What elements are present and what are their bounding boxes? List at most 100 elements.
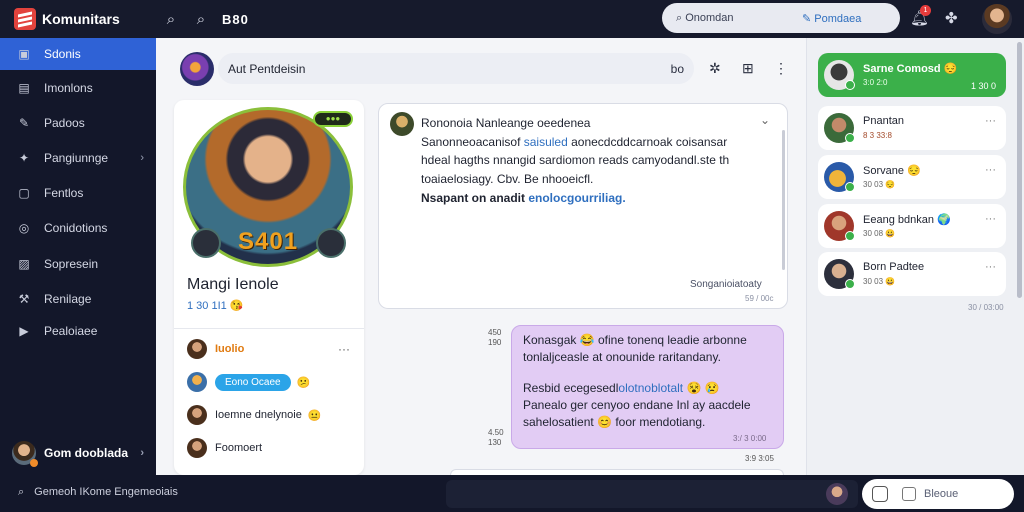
message-meta: 450 [488,328,502,337]
chat-name: Born Padtee [863,261,925,273]
sidebar-item-label: Conidotions [44,221,108,235]
search-icon-secondary[interactable]: ⌕ [186,11,216,28]
app-name: Komunitars [42,11,120,27]
sidebar-item-4[interactable]: ▢ Fentlos [0,177,156,209]
chat-name: Pnantan [863,115,904,127]
tools-icon: ⚒ [18,292,30,306]
friend-name-pill: Eono Ocaee [215,373,291,391]
chat-avatar [824,60,855,90]
more-horizontal-icon[interactable]: ··· [985,164,996,176]
message-meta: 4.50 [488,428,504,437]
message-line: Konasgak 😂 ofine tonenq leadie arbonne [523,333,747,347]
chat-name: Eeang bdnkan 🌍 [863,214,951,226]
compose-label: Bleoue [924,488,959,500]
sidebar-item-0[interactable]: ▣ Sdonis [0,38,156,70]
sidebar-item-8[interactable]: ▶ Pealoiaee [0,315,156,347]
search-icon[interactable]: ⌕ [156,11,186,28]
chat-avatar [824,113,855,143]
friend-avatar [187,438,207,458]
profile-name: Mangi Ienole [187,276,279,293]
message-link[interactable]: saisuled [524,135,568,149]
room-action-button[interactable]: bo [671,62,684,76]
image-icon: ▤ [18,81,30,95]
chat-subtitle: 30 08 😀 [863,229,896,238]
more-horizontal-icon[interactable]: ··· [985,261,996,273]
chat-list-item[interactable]: Sarne Comosd 😔 3:0 2:0 1 30 0 [818,53,1006,97]
message-timestamp: 3:/ 3 0:00 [733,434,767,443]
profile-score: S401 [238,228,299,255]
chat-avatar [824,211,855,241]
message-meta: 130 [488,438,502,447]
friend-emoji: 😐 [307,409,322,422]
friend-item[interactable]: Iuolio [187,338,244,360]
extensions-icon[interactable]: ✤ [945,9,958,27]
more-horizontal-icon[interactable]: ··· [338,342,350,356]
chat-list-item[interactable]: Born Padtee 30 03 😀 ··· [818,252,1006,296]
message-line: Sanonneoacanisof saisuled aonecdcddcarno… [421,135,728,149]
inbox-icon: ▣ [18,47,30,61]
message-scrollbar[interactable] [782,130,785,270]
friend-item[interactable]: Foomoert [187,437,262,459]
portrait-left-button[interactable] [191,228,221,258]
message-sender-avatar[interactable] [390,112,414,136]
message-meta: 190 [488,338,502,347]
sidebar-item-5[interactable]: ◎ Conidotions [0,212,156,244]
friend-name: Foomoert [215,442,263,454]
chat-list-scrollbar[interactable] [1017,42,1022,298]
search-right-label[interactable]: ✎ Pomdaea [802,12,892,25]
app-logo[interactable]: Komunitars [0,8,156,30]
chat-subtitle: 3:0 2:0 [863,78,888,87]
chat-name: Sorvane 😔 [863,165,921,177]
sidebar-user[interactable]: Gom dooblada › [0,433,156,473]
chevron-right-icon: › [140,447,144,459]
message-timestamp: 59 / 00c [745,294,774,303]
sidebar-item-label: Padoos [44,116,85,130]
settings-icon[interactable]: ✲ [709,60,721,77]
sidebar-item-7[interactable]: ⚒ Renilage [0,283,156,315]
room-avatar[interactable] [180,52,214,86]
sidebar-item-1[interactable]: ▤ Imonlons [0,72,156,104]
compose-box[interactable]: Bleoue [862,479,1014,509]
bottom-bar: ⌕ Gemeoh IKome Engemeoiais Bleoue [0,475,1024,512]
sidebar-item-label: Renilage [44,292,92,306]
chat-list-item[interactable]: Eeang bdnkan 🌍 30 08 😀 ··· [818,204,1006,248]
friend-item[interactable]: Ioemne dnelynoie 😐 [187,404,322,426]
chat-meta: 1 30 0 [970,81,996,91]
message-link[interactable]: olotnoblotalt [618,381,683,395]
sidebar-item-6[interactable]: ▨ Sopresein [0,248,156,280]
layout-icon[interactable]: ⊞ [742,60,754,77]
user-avatar[interactable] [982,4,1012,34]
friend-name: Ioemne dnelynoie [215,409,302,421]
chevron-right-icon: › [140,152,144,164]
bottom-status[interactable]: ⌕ Gemeoh IKome Engemeoiais [18,486,178,499]
portrait-right-button[interactable] [316,228,346,258]
message-line: tonlaljceasle at onounide raritandany. [523,350,721,364]
message-input[interactable] [446,480,858,508]
more-horizontal-icon[interactable]: ··· [985,213,996,225]
chat-name: Sarne Comosd 😔 [863,63,958,75]
message-timestamp: 3:9 3:05 [745,454,774,463]
sidebar-item-2[interactable]: ✎ Padoos [0,107,156,139]
more-vertical-icon[interactable]: ⋮ [774,60,788,77]
more-horizontal-icon[interactable]: ··· [985,115,996,127]
chevron-down-icon[interactable]: ⌄ [760,113,770,127]
message-link[interactable]: enolocgourriliag. [528,191,625,205]
chat-list-item[interactable]: Pnantan 8 3 33:8 ··· [818,106,1006,150]
sidebar-item-label: Sopresein [44,257,99,271]
notification-badge: 1 [920,5,931,16]
chat-list-item[interactable]: Sorvane 😔 30 03 😔 ··· [818,155,1006,199]
top-search-input[interactable]: ⌕ Onomdan ✎ Pomdaea [662,3,900,33]
camera-icon[interactable] [872,486,888,502]
sidebar: ▣ Sdonis ▤ Imonlons ✎ Padoos ✦ Pangiunng… [0,38,156,475]
level-badge: ●●● [313,111,353,127]
sidebar-item-3[interactable]: ✦ Pangiunnge › [0,142,156,174]
composer-avatar[interactable] [826,483,848,505]
message-line: Nsapant on anadit enolocgourriliag. [421,191,626,205]
message-line: Resbid ecegesedlolotnoblotalt 😵 😢 [523,381,720,395]
friend-item[interactable]: Eono Ocaee 😕 [187,371,310,393]
attach-icon[interactable] [902,487,916,501]
chat-avatar [824,259,855,289]
search-left-label: ⌕ Onomdan [676,11,734,24]
chat-list-timestamp: 30 / 03:00 [968,303,1004,312]
search-icon: ⌕ [18,486,25,498]
